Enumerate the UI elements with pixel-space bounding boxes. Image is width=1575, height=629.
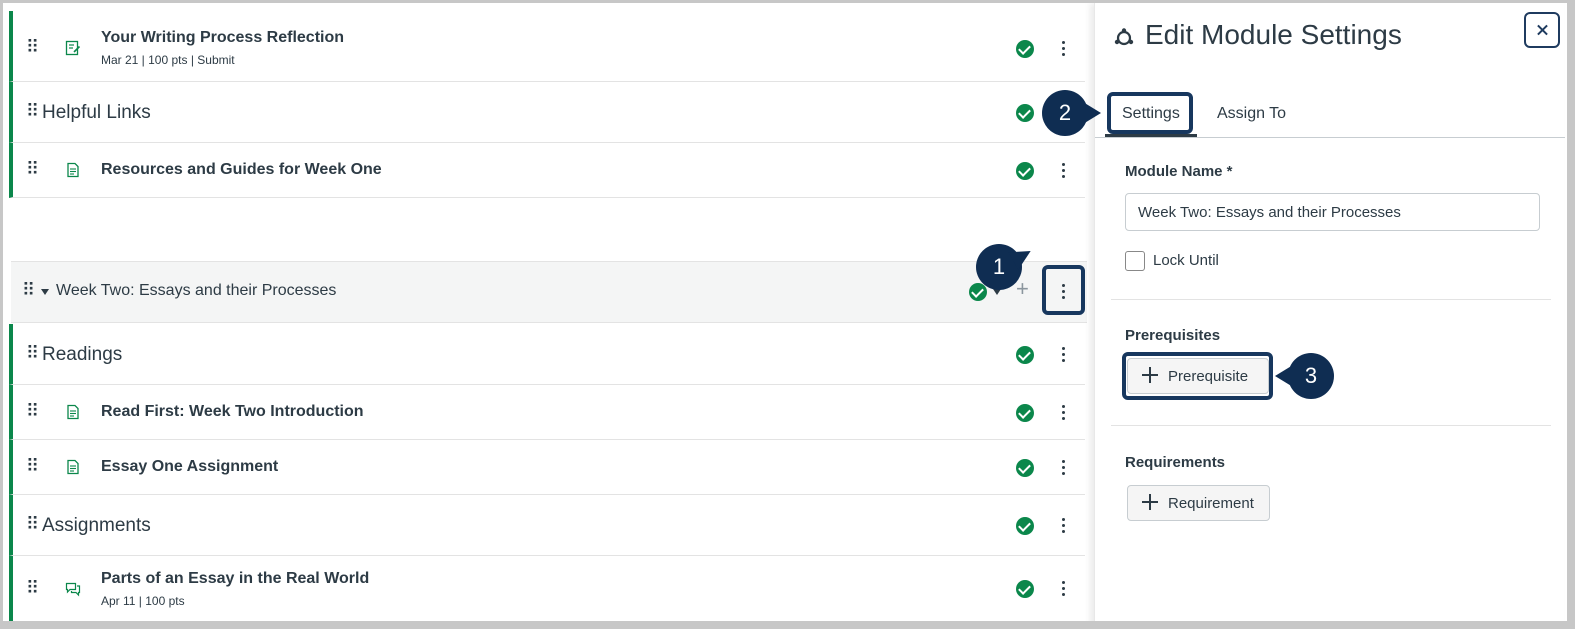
published-check-icon[interactable] bbox=[1016, 459, 1034, 477]
drag-handle-icon[interactable] bbox=[22, 282, 36, 301]
more-options-icon[interactable] bbox=[1060, 579, 1066, 599]
published-check-icon[interactable] bbox=[1016, 404, 1034, 422]
lock-until-label: Lock Until bbox=[1153, 252, 1219, 269]
button-label: Requirement bbox=[1168, 495, 1254, 512]
add-requirement-button[interactable]: Requirement bbox=[1127, 485, 1270, 521]
prerequisites-label: Prerequisites bbox=[1125, 327, 1221, 344]
lock-until-checkbox[interactable] bbox=[1125, 251, 1145, 271]
discussion-icon bbox=[65, 582, 81, 597]
more-options-icon[interactable] bbox=[1060, 345, 1066, 365]
published-check-icon[interactable] bbox=[1016, 346, 1034, 364]
callout-highlight-3 bbox=[1122, 352, 1273, 400]
drag-handle-icon[interactable] bbox=[26, 403, 40, 422]
callout-highlight-2 bbox=[1107, 92, 1193, 134]
module-title: Week Two: Essays and their Processes bbox=[56, 282, 337, 299]
drag-handle-icon[interactable] bbox=[26, 580, 40, 599]
more-options-icon[interactable] bbox=[1060, 161, 1066, 181]
item-title[interactable]: Essay One Assignment bbox=[101, 458, 278, 476]
more-options-icon[interactable] bbox=[1060, 516, 1066, 536]
list-item[interactable]: Your Writing Process Reflection Mar 21 |… bbox=[9, 11, 1085, 82]
page-icon bbox=[67, 404, 79, 420]
more-options-icon[interactable] bbox=[1060, 458, 1066, 478]
assignment-icon bbox=[65, 40, 81, 56]
close-button[interactable] bbox=[1524, 12, 1560, 48]
page-icon bbox=[67, 459, 79, 475]
drag-handle-icon[interactable] bbox=[26, 458, 40, 477]
module-name-label: Module Name * bbox=[1125, 163, 1233, 180]
drag-handle-icon[interactable] bbox=[26, 345, 40, 364]
published-check-icon[interactable] bbox=[969, 283, 987, 301]
screenshot-frame: Your Writing Process Reflection Mar 21 |… bbox=[0, 0, 1575, 629]
item-title[interactable]: Your Writing Process Reflection bbox=[101, 29, 344, 47]
item-title[interactable]: Read First: Week Two Introduction bbox=[101, 403, 364, 421]
text-header-row: Readings bbox=[9, 324, 1085, 385]
list-item[interactable]: Parts of an Essay in the Real World Apr … bbox=[9, 556, 1085, 621]
plus-icon bbox=[1142, 494, 1158, 510]
item-title[interactable]: Resources and Guides for Week One bbox=[101, 161, 382, 179]
callout-marker-1: 1 bbox=[976, 244, 1022, 290]
more-options-icon[interactable] bbox=[1060, 39, 1066, 59]
item-meta: Apr 11 | 100 pts bbox=[101, 594, 185, 608]
published-check-icon[interactable] bbox=[1016, 162, 1034, 180]
tab-assign-to[interactable]: Assign To bbox=[1217, 105, 1286, 123]
canvas-logo-icon bbox=[1114, 28, 1134, 46]
list-item[interactable]: Read First: Week Two Introduction bbox=[9, 385, 1085, 440]
drag-handle-icon[interactable] bbox=[26, 161, 40, 180]
item-title[interactable]: Parts of an Essay in the Real World bbox=[101, 570, 369, 588]
tab-bar: Settings Assign To bbox=[1095, 91, 1565, 138]
published-check-icon[interactable] bbox=[1016, 580, 1034, 598]
module-name-input[interactable] bbox=[1125, 193, 1540, 231]
module-list: Your Writing Process Reflection Mar 21 |… bbox=[9, 11, 1087, 621]
more-options-icon[interactable] bbox=[1060, 403, 1066, 423]
drag-handle-icon[interactable] bbox=[26, 39, 40, 58]
text-header-title: Helpful Links bbox=[42, 102, 151, 123]
list-item[interactable]: Resources and Guides for Week One bbox=[9, 143, 1085, 198]
published-check-icon[interactable] bbox=[1016, 517, 1034, 535]
page-icon bbox=[67, 162, 79, 178]
active-tab-indicator bbox=[1105, 134, 1197, 137]
text-header-title: Assignments bbox=[42, 515, 151, 536]
module-header[interactable]: Week Two: Essays and their Processes + bbox=[11, 261, 1087, 323]
tray-title: Edit Module Settings bbox=[1145, 19, 1402, 50]
module-options-icon[interactable] bbox=[1060, 282, 1066, 302]
text-header-title: Readings bbox=[42, 344, 123, 365]
text-header-row: Helpful Links bbox=[9, 82, 1085, 143]
divider bbox=[1111, 425, 1551, 426]
text-header-row: Assignments bbox=[9, 495, 1085, 556]
divider bbox=[1111, 299, 1551, 300]
callout-marker-3: 3 bbox=[1275, 353, 1334, 399]
collapse-caret-icon[interactable] bbox=[41, 289, 49, 295]
list-item[interactable]: Essay One Assignment bbox=[9, 440, 1085, 495]
item-meta: Mar 21 | 100 pts | Submit bbox=[101, 53, 235, 67]
drag-handle-icon[interactable] bbox=[26, 103, 40, 122]
published-check-icon[interactable] bbox=[1016, 104, 1034, 122]
edit-module-tray: Edit Module Settings Settings Assign To … bbox=[1094, 3, 1565, 621]
callout-marker-2: 2 bbox=[1042, 90, 1101, 136]
requirements-label: Requirements bbox=[1125, 454, 1226, 471]
drag-handle-icon[interactable] bbox=[26, 516, 40, 535]
published-check-icon[interactable] bbox=[1016, 40, 1034, 58]
